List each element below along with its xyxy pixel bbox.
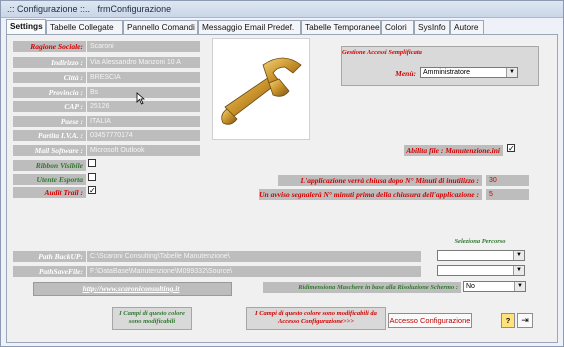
chevron-down-icon[interactable]: ▼	[513, 251, 524, 260]
chevron-down-icon[interactable]: ▼	[506, 68, 517, 77]
savefile-path-field[interactable]: F:\DataBase\Manutenzione\M099332\Source\	[87, 266, 421, 277]
tab-settings[interactable]: Settings	[6, 19, 46, 35]
savefile-path-select[interactable]: ▼	[437, 265, 525, 276]
website-link[interactable]: http://www.scaroniconsulting.it	[33, 282, 232, 296]
label-indirizzo: Indirizzo :	[13, 57, 86, 68]
tab-pannello-comandi[interactable]: Pannello Comandi	[123, 20, 198, 34]
tab-sysinfo[interactable]: SysInfo	[414, 20, 450, 34]
resize-select-value: No	[466, 283, 475, 290]
close-timeout-field[interactable]: 30	[486, 175, 529, 186]
accesso-configurazione-button[interactable]: Accesso Configurazione	[388, 313, 472, 328]
warn-timeout-label: Un avviso segnalerà N° minuti prima dell…	[259, 189, 482, 200]
menu-select[interactable]: Amministratore ▼	[420, 67, 518, 78]
tab-colori[interactable]: Colori	[381, 20, 414, 34]
backup-path-field[interactable]: C:\Scaroni Consulting\Tabelle Manutenzio…	[87, 251, 421, 262]
abilita-file-checkbox[interactable]: ✓	[507, 144, 515, 153]
title-bar: .:: Configurazione ::.. frmConfigurazion…	[1, 1, 563, 18]
savefile-path-label: PathSaveFile:	[13, 266, 86, 277]
green-note-text: I Campi di questo colore sono modificabi…	[119, 310, 185, 325]
tab-tabelle-temporanee[interactable]: Tabelle Temporanee	[301, 20, 381, 34]
tab-messaggio-email[interactable]: Messaggio Email Predef.	[198, 20, 301, 34]
seleziona-percorso-label: Seleziona Percorso	[437, 236, 526, 247]
close-timeout-label: L'applicazione verrà chiusa dopo N° Minu…	[278, 175, 482, 186]
label-cap: CAP :	[13, 101, 86, 112]
field-partita-iva[interactable]: 03457770174	[87, 130, 200, 141]
wrench-image	[212, 38, 310, 140]
label-utente-esporta: Utente Esporta	[13, 174, 86, 185]
tab-autore[interactable]: Autore	[450, 20, 484, 34]
label-audit-trail: Audit Trail :	[13, 187, 86, 198]
label-paese: Paese :	[13, 116, 86, 127]
label-provincia: Provincia :	[13, 87, 86, 98]
abilita-file-label: Abilita file : Manutenzione.ini	[404, 145, 503, 156]
backup-path-label: Path BackUP:	[13, 251, 86, 262]
access-group-title: Gestione Accessi Semplificata	[342, 47, 422, 58]
field-citta[interactable]: BRESCIA	[87, 72, 200, 83]
exit-icon[interactable]: ⇥	[517, 313, 533, 328]
warn-timeout-field[interactable]: 5	[486, 189, 529, 200]
field-paese[interactable]: ITALIA	[87, 116, 200, 127]
menu-select-value: Amministratore	[423, 69, 471, 76]
chevron-down-icon[interactable]: ▼	[514, 282, 525, 291]
label-mail-software: Mail Software :	[13, 145, 86, 156]
resize-select[interactable]: No ▼	[463, 281, 526, 292]
mouse-cursor-icon	[136, 92, 145, 105]
ribbon-visibile-checkbox[interactable]	[88, 159, 96, 167]
red-note-text: I Campi di questo colore sono modificabi…	[255, 310, 377, 325]
field-ragione-sociale[interactable]: Scaroni	[87, 41, 200, 52]
chevron-down-icon[interactable]: ▼	[513, 266, 524, 275]
window-title: .:: Configurazione ::.. frmConfigurazion…	[7, 4, 172, 14]
tab-tabelle-collegate[interactable]: Tabelle Collegate	[46, 20, 123, 34]
help-icon[interactable]: ?	[501, 313, 515, 328]
label-citta: Città :	[13, 72, 86, 83]
label-ribbon-visibile: Ribbon Visibile	[13, 160, 86, 171]
menu-label: Menù:	[360, 68, 419, 79]
field-mail-software[interactable]: Microsoft Outlook	[87, 145, 200, 156]
utente-esporta-checkbox[interactable]	[88, 173, 96, 181]
field-indirizzo[interactable]: Via Alessandro Manzoni 10 A	[87, 57, 200, 68]
backup-path-select[interactable]: ▼	[437, 250, 525, 261]
audit-trail-checkbox[interactable]: ✓	[88, 186, 96, 195]
resize-label: Ridimensiona Maschere in base alla Risol…	[263, 282, 461, 293]
label-partita-iva: Partita I.V.A. :	[13, 130, 86, 141]
label-ragione-sociale: Ragione Sociale:	[13, 41, 86, 52]
